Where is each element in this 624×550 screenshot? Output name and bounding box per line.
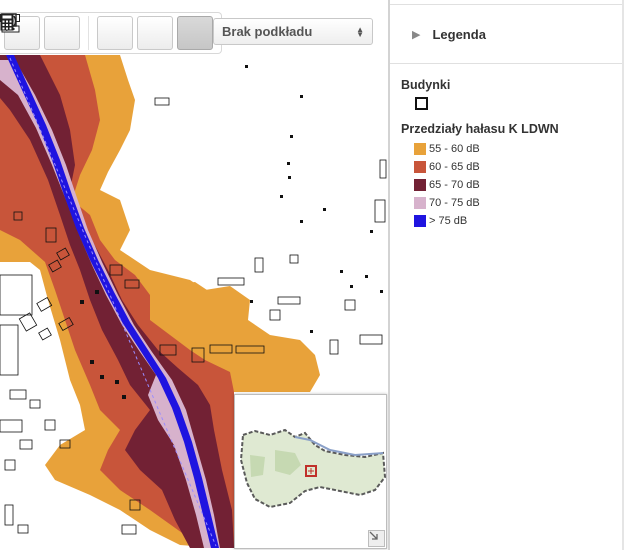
legend-body: Budynki Przedziały hałasu K LDWN 55 - 60… (401, 78, 616, 230)
calculator-icon (0, 13, 14, 31)
noise-map[interactable]: Brak podkładu ▲ ▼ (0, 0, 388, 550)
legend-title: Legenda (432, 27, 486, 42)
noise-class-list: 55 - 60 dB 60 - 65 dB 65 - 70 dB 70 - 75… (401, 140, 616, 230)
noise-class-item: > 75 dB (414, 212, 616, 230)
noise-class-label: > 75 dB (429, 215, 468, 227)
noise-class-item: 65 - 70 dB (414, 176, 616, 194)
noise-class-swatch (414, 215, 426, 227)
legend-panel: ▶ Legenda Budynki Przedziały hałasu K LD… (390, 0, 624, 550)
overview-toggle-button[interactable] (368, 530, 385, 547)
basemap-select[interactable]: Brak podkładu ▲ ▼ (213, 18, 373, 45)
noise-class-item: 70 - 75 dB (414, 194, 616, 212)
calculator-button[interactable] (0, 13, 213, 50)
noise-class-label: 65 - 70 dB (429, 179, 480, 191)
noise-classes-title: Przedziały hałasu K LDWN (401, 122, 559, 136)
updown-arrows-icon: ▲ ▼ (356, 24, 364, 39)
overview-map-canvas (239, 428, 386, 509)
measure-area-button[interactable] (1, 13, 80, 50)
noise-class-item: 55 - 60 dB (414, 140, 616, 158)
overview-green-area-west (250, 455, 265, 477)
noise-class-swatch (414, 161, 426, 173)
noise-class-swatch (414, 197, 426, 209)
map-app: Brak podkładu ▲ ▼ ▶ Legenda Budynki Prze… (0, 0, 624, 550)
noise-class-label: 55 - 60 dB (429, 143, 480, 155)
legend-header[interactable]: ▶ Legenda (390, 6, 622, 64)
sound-button[interactable] (1, 14, 173, 50)
noise-class-label: 60 - 65 dB (429, 161, 480, 173)
buildings-title: Budynki (401, 78, 451, 92)
caret-right-icon: ▶ (412, 29, 421, 41)
info-tool-group (0, 13, 217, 50)
buildings-swatch (415, 97, 428, 110)
noise-class-swatch (414, 179, 426, 191)
noise-class-item: 60 - 65 dB (414, 158, 616, 176)
arrow-diagonal-icon (369, 531, 378, 540)
noise-class-label: 70 - 75 dB (429, 197, 480, 209)
panel-top-border (390, 0, 624, 5)
basemap-selected-label: Brak podkładu (222, 24, 313, 39)
map-toolbar (0, 12, 222, 54)
noise-class-swatch (414, 143, 426, 155)
overview-map[interactable] (234, 394, 387, 549)
info-button[interactable] (1, 13, 133, 50)
